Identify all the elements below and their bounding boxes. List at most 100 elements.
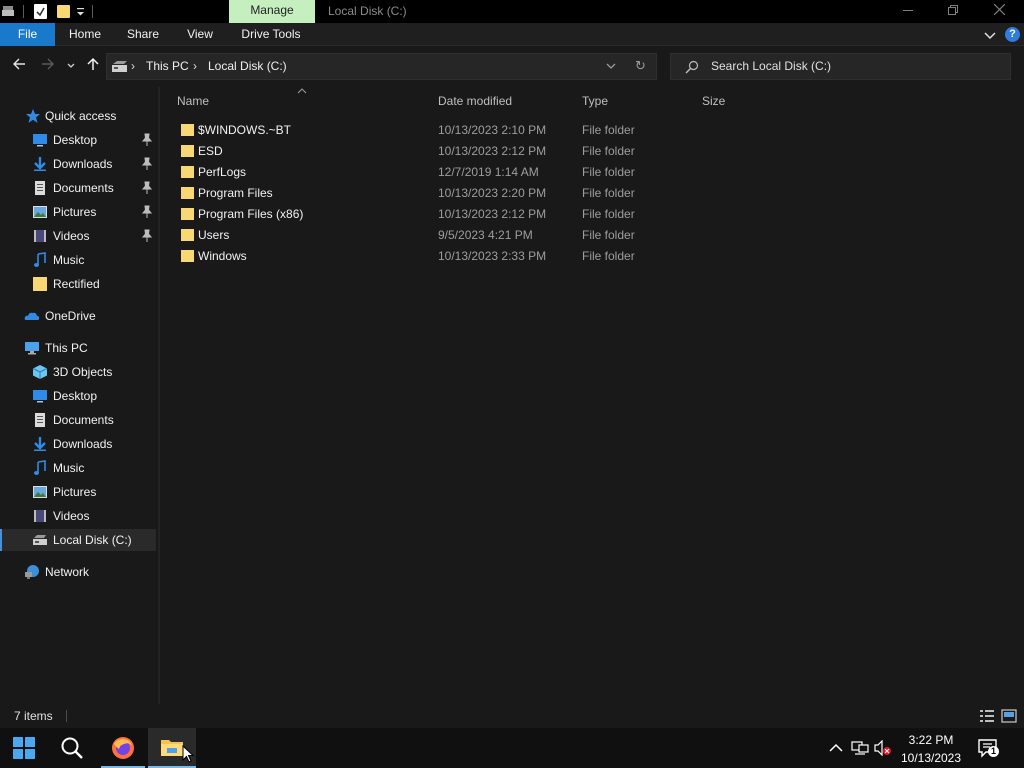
sidebar-item-label: Downloads — [53, 157, 113, 171]
column-header-size[interactable]: Size — [702, 93, 725, 109]
close-button[interactable] — [976, 0, 1022, 23]
file-list: Name Date modified Type Size $WINDOWS.~B… — [160, 87, 1024, 704]
pin-icon[interactable] — [141, 205, 153, 219]
table-row[interactable]: PerfLogs 12/7/2019 1:14 AM File folder — [176, 162, 1016, 183]
table-row[interactable]: Windows 10/13/2023 2:33 PM File folder — [176, 246, 1016, 267]
table-row[interactable]: $WINDOWS.~BT 10/13/2023 2:10 PM File fol… — [176, 120, 1016, 141]
start-button[interactable] — [0, 728, 48, 768]
file-date: 10/13/2023 2:12 PM — [438, 144, 547, 158]
sidebar-item-pictures[interactable]: Pictures — [0, 201, 156, 223]
restore-button[interactable] — [930, 0, 976, 23]
close-icon — [993, 3, 1005, 16]
sidebar-item-label: Rectified — [53, 277, 100, 291]
sidebar-item-label: Documents — [53, 181, 114, 195]
sidebar-item-3d-objects[interactable]: 3D Objects — [0, 361, 156, 383]
breadcrumb-local-disk[interactable]: Local Disk (C:) — [208, 54, 287, 79]
pin-icon[interactable] — [141, 133, 153, 147]
file-type: File folder — [582, 228, 635, 242]
tab-drive-tools[interactable]: Drive Tools — [235, 23, 307, 46]
sidebar-item-label: Desktop — [53, 389, 98, 403]
network-icon — [25, 565, 39, 579]
show-hidden-icons-button[interactable] — [826, 728, 846, 768]
column-header-name[interactable]: Name — [177, 93, 209, 109]
file-type: File folder — [582, 249, 635, 263]
chevron-down-icon — [67, 63, 75, 68]
file-date: 12/7/2019 1:14 AM — [438, 165, 539, 179]
tab-share[interactable]: Share — [121, 23, 165, 46]
pin-icon[interactable] — [141, 157, 153, 171]
arrow-up-icon — [87, 57, 99, 70]
sidebar-item-pictures[interactable]: Pictures — [0, 481, 156, 503]
properties-icon[interactable] — [34, 4, 47, 19]
breadcrumb-this-pc[interactable]: This PC — [146, 54, 189, 79]
chevron-down-icon[interactable] — [605, 61, 617, 71]
onedrive-icon — [24, 312, 40, 320]
search-icon — [685, 60, 699, 74]
file-type: File folder — [582, 144, 635, 158]
customize-toolbar-icon[interactable] — [75, 5, 86, 18]
music-icon — [34, 252, 46, 267]
sidebar-item-network[interactable]: Network — [0, 561, 156, 583]
table-row[interactable]: ESD 10/13/2023 2:12 PM File folder — [176, 141, 1016, 162]
sidebar-item-label: Local Disk (C:) — [53, 533, 132, 547]
minimize-button[interactable] — [885, 0, 931, 23]
ribbon: File Home Share View Drive Tools ? — [0, 23, 1024, 46]
sidebar-item-documents[interactable]: Documents — [0, 409, 156, 431]
sidebar-item-videos[interactable]: Videos — [0, 505, 156, 527]
address-bar[interactable]: › This PC › Local Disk (C:) ↻ — [106, 53, 657, 80]
tab-manage[interactable]: Manage — [229, 0, 315, 23]
sidebar-item-music[interactable]: Music — [0, 249, 156, 271]
refresh-icon[interactable]: ↻ — [635, 58, 646, 74]
sidebar-item-local-disk[interactable]: Local Disk (C:) — [0, 529, 156, 551]
sidebar-item-downloads[interactable]: Downloads — [0, 433, 156, 455]
tab-view[interactable]: View — [180, 23, 220, 46]
large-icons-view-icon[interactable] — [1001, 709, 1017, 723]
windows-logo-icon — [13, 737, 35, 759]
tab-file[interactable]: File — [0, 23, 55, 46]
back-button[interactable] — [8, 56, 30, 78]
sidebar-item-desktop[interactable]: Desktop — [0, 129, 156, 151]
sidebar-item-videos[interactable]: Videos — [0, 225, 156, 247]
file-name: Windows — [198, 249, 247, 263]
sidebar-item-label: Videos — [53, 509, 90, 523]
table-row[interactable]: Program Files (x86) 10/13/2023 2:12 PM F… — [176, 204, 1016, 225]
sidebar-item-music[interactable]: Music — [0, 457, 156, 479]
recent-locations-button[interactable] — [61, 56, 81, 78]
details-view-icon[interactable] — [979, 709, 995, 723]
file-type: File folder — [582, 207, 635, 221]
search-box[interactable]: Search Local Disk (C:) — [670, 53, 1011, 80]
new-folder-icon[interactable] — [57, 5, 70, 18]
up-button[interactable] — [82, 56, 104, 78]
desktop-icon — [33, 134, 47, 147]
sidebar-item-documents[interactable]: Documents — [0, 177, 156, 199]
file-explorer-button[interactable] — [148, 728, 196, 768]
search-button[interactable] — [48, 728, 96, 768]
notification-center-button[interactable]: 1 — [978, 738, 999, 758]
search-input[interactable]: Search Local Disk (C:) — [711, 54, 831, 79]
sidebar-item-rectified[interactable]: Rectified — [0, 273, 156, 295]
firefox-button[interactable] — [99, 728, 147, 768]
forward-button[interactable] — [37, 56, 59, 78]
downloads-icon — [34, 157, 46, 171]
sidebar-item-downloads[interactable]: Downloads — [0, 153, 156, 175]
file-name: Program Files — [198, 186, 273, 200]
column-header-date-modified[interactable]: Date modified — [438, 93, 512, 109]
expand-ribbon-icon[interactable] — [982, 27, 998, 43]
sidebar-item-desktop[interactable]: Desktop — [0, 385, 156, 407]
sidebar-item-onedrive[interactable]: OneDrive — [0, 305, 156, 327]
pin-icon[interactable] — [141, 181, 153, 195]
table-row[interactable]: Program Files 10/13/2023 2:20 PM File fo… — [176, 183, 1016, 204]
network-tray-button[interactable] — [849, 728, 871, 768]
sidebar-item-quick-access[interactable]: Quick access — [0, 105, 156, 127]
drive-icon — [112, 61, 127, 72]
separator — [66, 710, 67, 722]
clock[interactable]: 3:22 PM 10/13/2023 — [890, 728, 972, 768]
table-row[interactable]: Users 9/5/2023 4:21 PM File folder — [176, 225, 1016, 246]
file-type: File folder — [582, 186, 635, 200]
help-button[interactable]: ? — [1005, 27, 1020, 42]
mouse-cursor-icon — [182, 745, 194, 763]
pin-icon[interactable] — [141, 229, 153, 243]
column-header-type[interactable]: Type — [582, 93, 608, 109]
sidebar-item-this-pc[interactable]: This PC — [0, 337, 156, 359]
tab-home[interactable]: Home — [63, 23, 107, 46]
